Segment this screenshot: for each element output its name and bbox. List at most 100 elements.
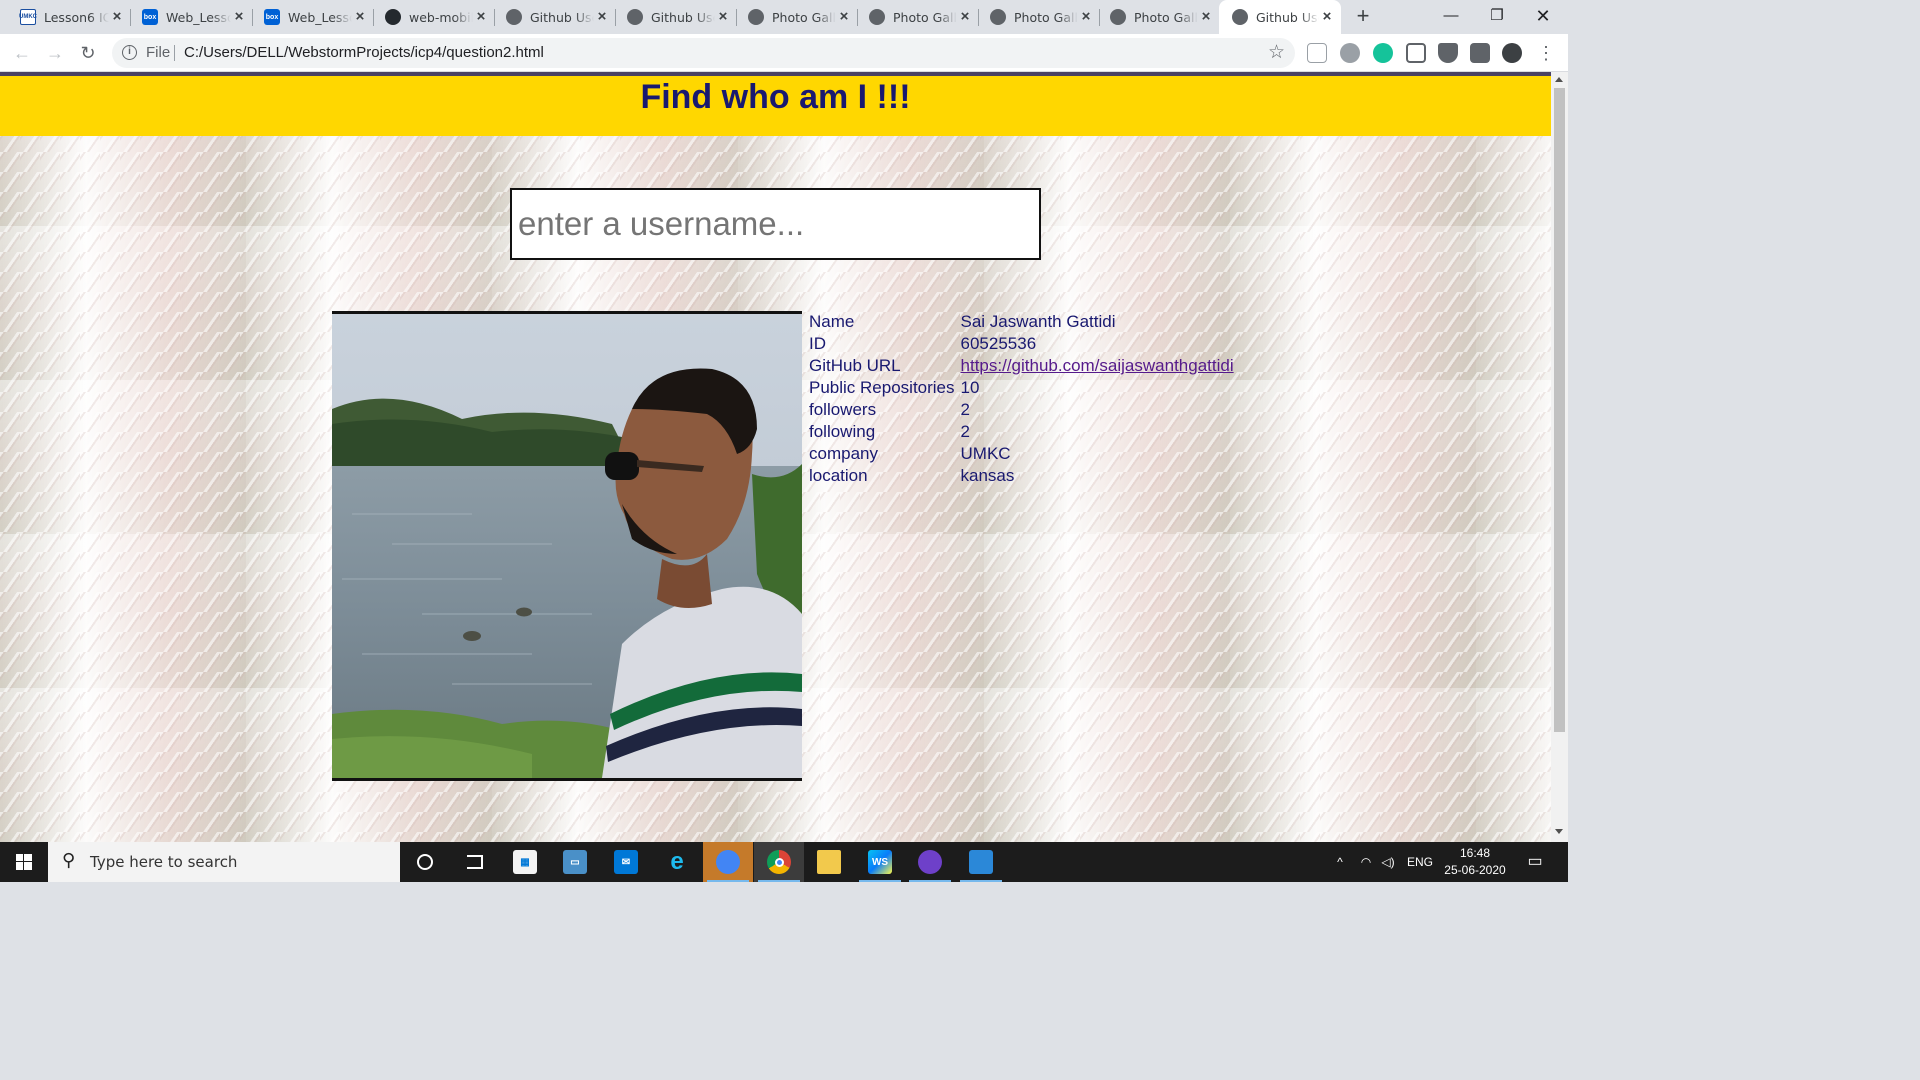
notifications-icon[interactable]: ▭ — [1522, 842, 1548, 882]
table-row: ID 60525536 — [806, 333, 1237, 355]
bookmark-star-icon[interactable]: ☆ — [1268, 41, 1285, 64]
tab-title: Web_Lesson — [166, 9, 231, 25]
browser-tab[interactable]: Photo Gallery × — [849, 0, 979, 34]
page-viewport: Find who am I !!! enter a username... Na… — [0, 72, 1551, 842]
profile-photo — [332, 311, 802, 781]
address-bar[interactable]: i File C:/Users/DELL/WebstormProjects/ic… — [112, 38, 1295, 68]
file-explorer-icon[interactable] — [804, 842, 854, 882]
browser-tab[interactable]: web-mobile × — [365, 0, 495, 34]
extension-icon[interactable] — [1307, 43, 1327, 63]
globe-icon — [869, 9, 885, 25]
system-clock[interactable]: 16:48 25-06-2020 — [1432, 845, 1518, 879]
github-url-link[interactable]: https://github.com/saijaswanthgattidi — [961, 356, 1234, 375]
table-row: Name Sai Jaswanth Gattidi — [806, 311, 1237, 333]
scrollbar-thumb[interactable] — [1554, 88, 1565, 732]
table-row: followers 2 — [806, 399, 1237, 421]
new-tab-icon[interactable]: + — [1352, 5, 1374, 29]
vertical-scrollbar[interactable] — [1551, 72, 1568, 842]
close-window-icon[interactable]: ✕ — [1520, 0, 1566, 34]
field-label: company — [809, 444, 878, 463]
restore-icon[interactable]: ❐ — [1474, 0, 1520, 34]
url-text[interactable]: C:/Users/DELL/WebstormProjects/icp4/ques… — [184, 44, 544, 61]
photos-icon[interactable] — [956, 842, 1006, 882]
show-hidden-icons-icon[interactable]: ^ — [1330, 842, 1350, 882]
close-tab-icon[interactable]: × — [1198, 9, 1214, 25]
table-row: company UMKC — [806, 443, 1237, 465]
globe-icon — [1110, 9, 1126, 25]
field-label: Name — [809, 312, 855, 331]
field-value: kansas — [960, 466, 1015, 485]
info-icon[interactable]: i — [122, 45, 137, 60]
field-label: following — [809, 422, 876, 441]
tab-title: Photo Gallery — [1134, 9, 1198, 25]
minimize-icon[interactable]: — — [1428, 0, 1474, 34]
volume-icon[interactable]: ◁) — [1378, 842, 1398, 882]
field-value: 2 — [960, 400, 970, 419]
tab-strip: UMKC Lesson6 ICP × box Web_Lesson × box … — [0, 0, 1568, 34]
taskbar-search-placeholder: Type here to search — [90, 853, 238, 871]
taskbar: ⚲ Type here to search ▦ ▭ ✉ e WS ^ ◠ ◁) … — [0, 842, 1568, 882]
box-icon: box — [142, 9, 158, 25]
back-icon[interactable]: ← — [10, 41, 34, 65]
browser-tab[interactable]: Photo Gallery × — [1090, 0, 1220, 34]
scroll-up-icon[interactable] — [1555, 77, 1563, 82]
tab-title: Web_Lesson — [288, 9, 352, 25]
grammarly-icon[interactable] — [1373, 43, 1393, 63]
browser-tab[interactable]: Photo Gallery × — [970, 0, 1100, 34]
browser-tab[interactable]: box Web_Lesson × — [122, 0, 253, 34]
globe-icon — [748, 9, 764, 25]
field-value: Sai Jaswanth Gattidi — [960, 312, 1116, 331]
puzzle-icon[interactable] — [1470, 43, 1490, 63]
tab-title: Photo Gallery — [893, 9, 957, 25]
task-view-icon[interactable] — [450, 842, 500, 882]
tab-title: Lesson6 ICP — [44, 9, 109, 25]
username-search-input[interactable] — [510, 188, 1041, 260]
chrome-app-icon[interactable] — [703, 842, 753, 882]
globe-icon — [506, 9, 522, 25]
box-icon: box — [264, 9, 280, 25]
scheme-label: File — [146, 44, 171, 61]
table-row: location kansas — [806, 465, 1237, 487]
mail-icon[interactable]: ✉ — [601, 842, 651, 882]
browser-tab[interactable]: UMKC Lesson6 ICP × — [0, 0, 131, 34]
search-icon: ⚲ — [62, 850, 76, 871]
profile-avatar-icon[interactable] — [1502, 43, 1522, 63]
github-icon — [385, 9, 401, 25]
field-value: 2 — [960, 422, 970, 441]
scroll-down-icon[interactable] — [1555, 829, 1563, 834]
field-label: followers — [809, 400, 877, 419]
extension-icon[interactable] — [1406, 43, 1426, 63]
page-header: Find who am I !!! — [0, 76, 1551, 136]
network-icon[interactable]: ◠ — [1356, 842, 1376, 882]
clock-time: 16:48 — [1459, 846, 1491, 860]
webstorm-icon[interactable]: WS — [855, 842, 905, 882]
store-icon[interactable]: ▦ — [500, 842, 550, 882]
browser-tab[interactable]: Github User × — [486, 0, 616, 34]
chrome-icon[interactable] — [754, 842, 804, 882]
taskbar-search-box[interactable]: ⚲ Type here to search — [48, 842, 400, 882]
browser-tab[interactable]: Photo Gallery × — [728, 0, 858, 34]
browser-tab[interactable]: box Web_Lesson × — [244, 0, 374, 34]
reload-icon[interactable]: ↻ — [76, 41, 100, 65]
pc-icon[interactable]: ▭ — [550, 842, 600, 882]
shield-icon[interactable] — [1438, 43, 1458, 63]
cortana-icon[interactable] — [400, 842, 450, 882]
forward-icon[interactable]: → — [43, 41, 67, 65]
browser-tab[interactable]: Github User × — [607, 0, 737, 34]
close-tab-icon[interactable]: × — [1319, 9, 1335, 25]
menu-icon[interactable]: ⋮ — [1534, 41, 1558, 65]
clock-date: 25-06-2020 — [1444, 863, 1506, 877]
windows-start-icon[interactable] — [0, 842, 48, 882]
table-row: GitHub URL https://github.com/saijaswant… — [806, 355, 1237, 377]
extension-icon[interactable] — [1340, 43, 1360, 63]
github-desktop-icon[interactable] — [905, 842, 955, 882]
internet-explorer-icon[interactable]: e — [652, 842, 702, 882]
field-value: 60525536 — [960, 334, 1037, 353]
field-label: GitHub URL — [809, 356, 901, 375]
browser-tab-active[interactable]: Github User × — [1219, 0, 1341, 34]
umkc-icon: UMKC — [19, 9, 37, 25]
field-value: UMKC — [960, 444, 1011, 463]
globe-icon — [990, 9, 1006, 25]
page-title: Find who am I !!! — [640, 78, 911, 116]
tab-title: Photo Gallery — [772, 9, 836, 25]
